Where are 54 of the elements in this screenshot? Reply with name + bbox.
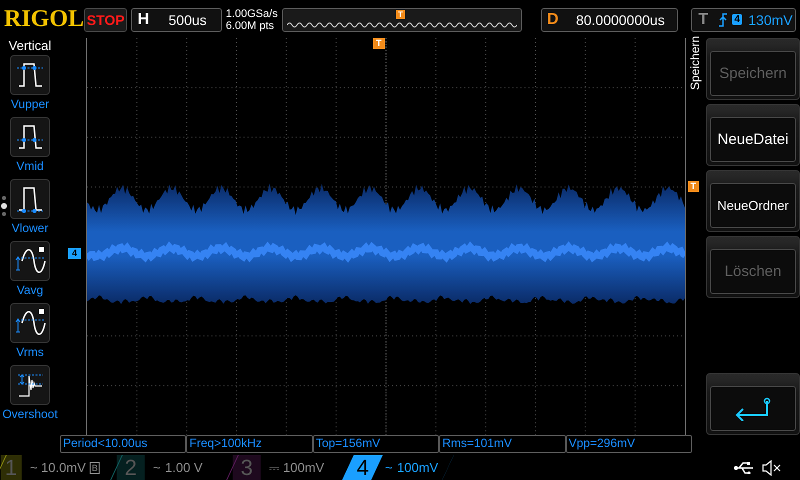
channel-scale: 1.00 V [164, 460, 202, 475]
channel-number: 2 [117, 454, 145, 480]
measurement-readout: Vpp=296mV [566, 435, 692, 453]
mute-icon [762, 460, 782, 476]
usb-icon [734, 462, 754, 474]
softkey-button[interactable]: NeueOrdner [710, 182, 796, 228]
measurement-readout: Period<10.00us [60, 435, 186, 453]
sine-icon [14, 308, 46, 338]
trigger-level-marker: T [688, 180, 699, 192]
channel-marker: 4 [68, 248, 82, 259]
measure-button[interactable] [10, 178, 50, 219]
wave-preview-icon [286, 20, 517, 29]
channel-tab[interactable]: 4 ~ 100mV [342, 455, 454, 480]
measure-button[interactable] [10, 302, 50, 343]
trigger-marker: T [396, 10, 405, 19]
sine-icon [14, 246, 46, 276]
trigger-position-marker: T [373, 38, 384, 49]
return-arrow-icon [733, 396, 773, 421]
coupling-symbol: ⎓ [269, 460, 279, 476]
channel-number: 4 [356, 454, 370, 480]
measurement-readout: Freq>100kHz [186, 435, 313, 453]
sample-rate: 1.00GSa/s [226, 8, 278, 20]
bandwidth-limit-flag: B [90, 462, 100, 474]
measure-label: Vrms [16, 344, 44, 359]
channel-scale: 100mV [283, 460, 324, 475]
coupling-symbol: ~ [385, 460, 393, 475]
channel-scale: 10.0mV [41, 460, 86, 475]
trigger-source: 4 [732, 14, 742, 26]
coupling-symbol: ~ [30, 460, 38, 475]
softkey-button[interactable]: NeueDatei [710, 116, 796, 162]
channel-scale: 100mV [396, 460, 438, 475]
measure-label: Overshoot [2, 406, 58, 421]
run-status[interactable]: STOP [84, 8, 128, 32]
timebase-field[interactable]: H 500us [131, 8, 222, 32]
measure-label: Vupper [10, 96, 50, 111]
measure-button[interactable] [10, 54, 50, 95]
rising-edge-icon [718, 12, 728, 27]
measure-label: Vmid [16, 158, 44, 173]
menu-title: Speichern [688, 36, 702, 92]
channel-number: 1 [1, 454, 22, 480]
trigger-field[interactable]: T 4 130mV [691, 8, 796, 32]
measurement-readout: Top=156mV [312, 435, 440, 453]
measure-label: Vavg [16, 282, 44, 297]
back-button[interactable] [710, 386, 796, 432]
memory-depth: 6.00M pts [226, 20, 276, 32]
measure-button[interactable] [10, 364, 50, 405]
measure-label: Vlower [12, 220, 48, 235]
measure-button[interactable] [10, 240, 50, 281]
channel-number: 3 [233, 454, 261, 480]
menu-title: Vertical [8, 38, 52, 53]
measurement-readout: Rms=101mV [439, 435, 566, 453]
delay-field[interactable]: D 80.0000000us [540, 8, 678, 32]
coupling-symbol: ~ [153, 460, 161, 475]
measure-button[interactable] [10, 116, 50, 157]
